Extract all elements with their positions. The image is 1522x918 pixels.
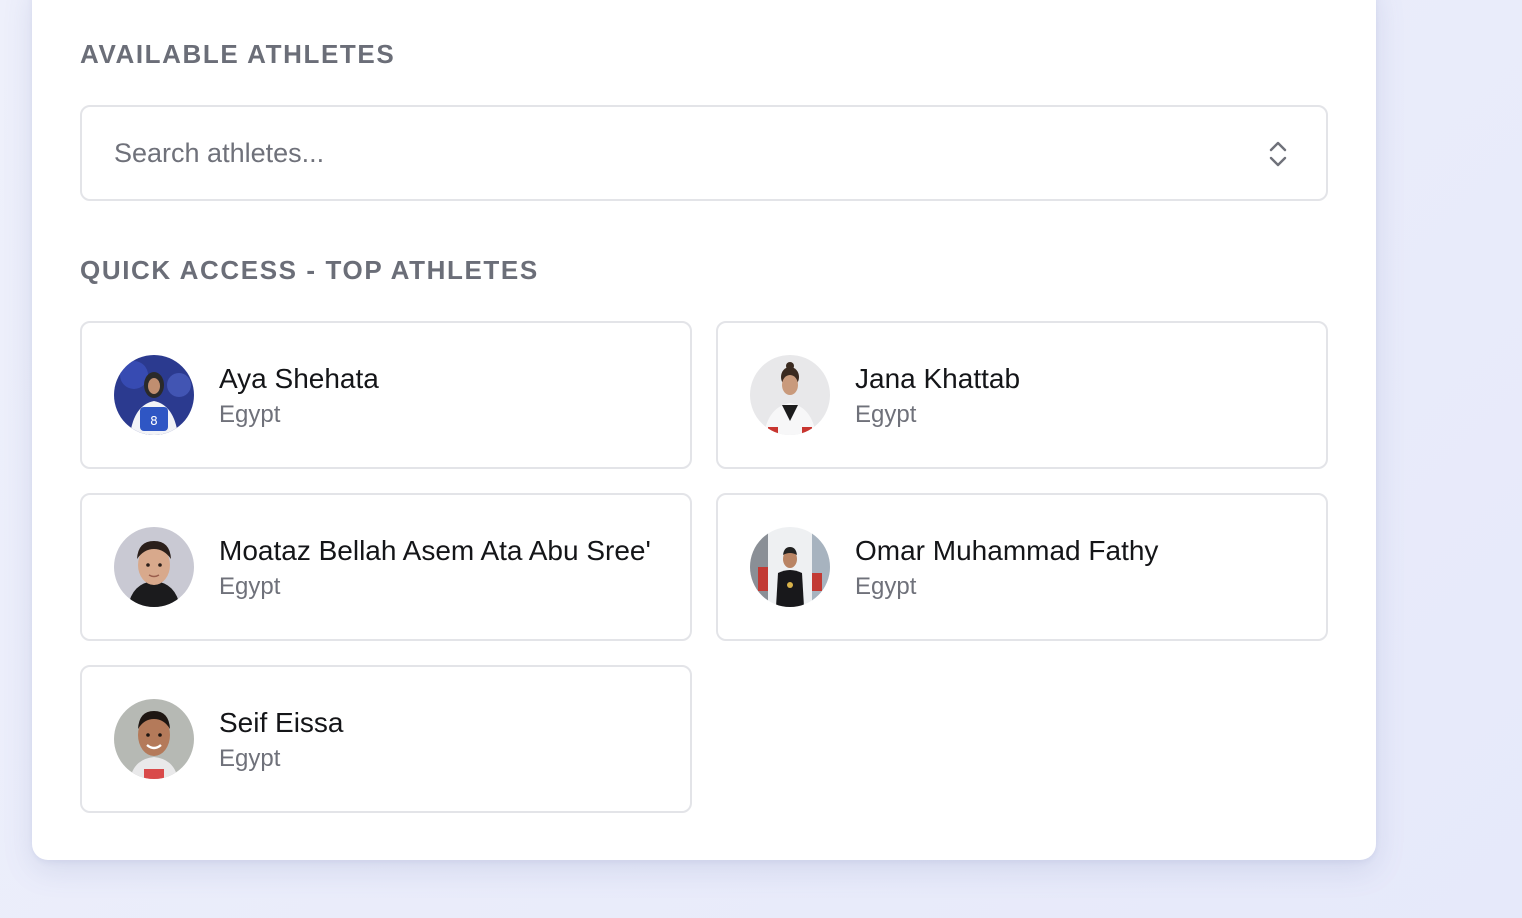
svg-text:8: 8 [150, 414, 158, 428]
athlete-country: Egypt [219, 573, 281, 600]
athlete-country: Egypt [219, 401, 281, 428]
athlete-search-combobox[interactable] [80, 105, 1328, 201]
athlete-card-omar-muhammad-fathy[interactable]: Omar Muhammad Fathy Egypt [716, 493, 1328, 641]
athlete-name: Moataz Bellah Asem Ata Abu Sree' [219, 535, 651, 566]
athlete-card-aya-shehata[interactable]: 8 Aya Shehata Egypt [80, 321, 692, 469]
athlete-card-moataz-bellah[interactable]: Moataz Bellah Asem Ata Abu Sree' Egypt [80, 493, 692, 641]
athlete-avatar [114, 699, 194, 779]
athletes-panel: AVAILABLE ATHLETES QUICK ACCESS - TOP AT… [32, 0, 1376, 860]
quick-access-heading: QUICK ACCESS - TOP ATHLETES [80, 255, 539, 285]
available-athletes-heading: AVAILABLE ATHLETES [80, 39, 396, 69]
athlete-avatar [750, 355, 830, 435]
athlete-name: Omar Muhammad Fathy [855, 535, 1159, 566]
athlete-card-seif-eissa[interactable]: Seif Eissa Egypt [80, 665, 692, 813]
athlete-name: Aya Shehata [219, 363, 379, 394]
athlete-avatar [114, 527, 194, 607]
athlete-country: Egypt [855, 401, 917, 428]
athlete-name: Seif Eissa [219, 707, 344, 738]
athlete-avatar [750, 527, 830, 607]
athlete-country: Egypt [855, 573, 917, 600]
athlete-avatar: 8 [114, 355, 194, 435]
athlete-name: Jana Khattab [855, 363, 1021, 394]
athlete-country: Egypt [219, 745, 281, 772]
athlete-search-input[interactable] [114, 123, 1214, 183]
chevron-up-down-icon[interactable] [1266, 139, 1290, 169]
athlete-card-jana-khattab[interactable]: Jana Khattab Egypt [716, 321, 1328, 469]
